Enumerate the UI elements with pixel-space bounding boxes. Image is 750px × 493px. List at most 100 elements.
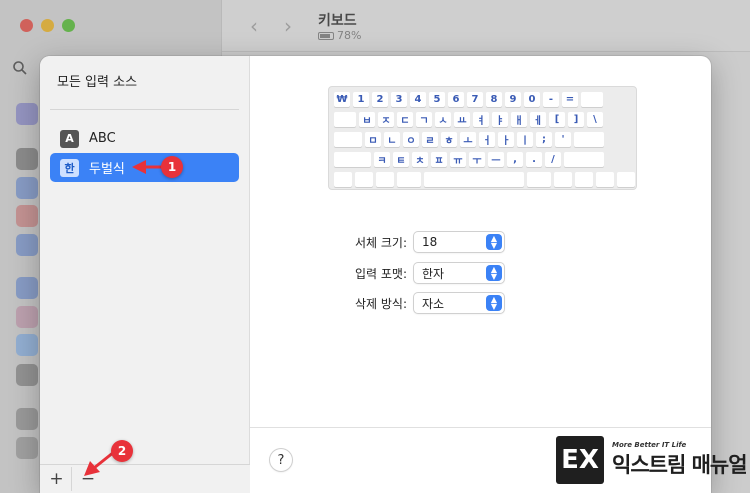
key <box>581 92 603 107</box>
source-label: 두벌식 <box>89 162 125 177</box>
key: ㅊ <box>412 152 428 167</box>
key <box>617 172 635 187</box>
font-size-label: 서체 크기: <box>354 235 407 250</box>
key: = <box>562 92 578 107</box>
keyboard-layout-preview: ₩ 1 2 3 4 5 6 7 8 9 0 - = ㅂ ㅈ ㄷ ㄱ ㅅ ㅛ ㅕ … <box>328 86 637 190</box>
watermark-subtitle: More Better IT Life <box>612 441 687 449</box>
font-size-row: 서체 크기: 18 ▲ ▼ <box>327 232 504 252</box>
watermark-text: More Better IT Life 익스트림 매뉴얼 <box>612 441 748 479</box>
chevron-up-down-icon: ▲ ▼ <box>486 234 502 250</box>
source-label: ABC <box>89 131 116 146</box>
key: ㅎ <box>441 132 457 147</box>
key <box>564 152 604 167</box>
key: [ <box>549 112 565 127</box>
key: ㅔ <box>530 112 546 127</box>
key: , <box>507 152 523 167</box>
source-item-abc[interactable]: A ABC <box>50 124 239 153</box>
key: 2 <box>372 92 388 107</box>
chevron-up-down-icon: ▲ ▼ <box>486 295 502 311</box>
key <box>424 172 524 187</box>
list-toolbar: + − <box>40 464 250 493</box>
key: ㅐ <box>511 112 527 127</box>
key: ㅏ <box>498 132 514 147</box>
keyboard-row-1: ₩ 1 2 3 4 5 6 7 8 9 0 - = <box>334 92 603 107</box>
delete-method-popup[interactable]: 자소 ▲ ▼ <box>414 293 504 313</box>
key: ] <box>568 112 584 127</box>
key: ㅕ <box>473 112 489 127</box>
delete-method-value: 자소 <box>422 296 445 311</box>
key: 7 <box>467 92 483 107</box>
key: ㅣ <box>517 132 533 147</box>
key: 0 <box>524 92 540 107</box>
key: / <box>545 152 561 167</box>
key <box>334 172 352 187</box>
key: \ <box>587 112 603 127</box>
key <box>575 172 593 187</box>
input-format-value: 한자 <box>422 266 445 281</box>
annotation-marker-2: 2 <box>111 440 133 462</box>
watermark-title: 익스트림 매뉴얼 <box>612 453 748 477</box>
key: ㅠ <box>450 152 466 167</box>
keyboard-row-5 <box>334 172 635 187</box>
key: 5 <box>429 92 445 107</box>
help-button[interactable]: ? <box>270 449 292 471</box>
key: 8 <box>486 92 502 107</box>
watermark-logo: EX <box>556 436 604 484</box>
key: ㅑ <box>492 112 508 127</box>
key: 4 <box>410 92 426 107</box>
font-size-value: 18 <box>422 235 438 249</box>
key: ㄱ <box>416 112 432 127</box>
key: . <box>526 152 542 167</box>
add-source-button[interactable]: + <box>42 467 72 491</box>
key <box>554 172 572 187</box>
key: ㅇ <box>403 132 419 147</box>
chevron-up-down-icon: ▲ ▼ <box>486 265 502 281</box>
key: ㅜ <box>469 152 485 167</box>
key: 1 <box>353 92 369 107</box>
key <box>376 172 394 187</box>
key: ㄹ <box>422 132 438 147</box>
key <box>334 152 371 167</box>
key <box>397 172 421 187</box>
key <box>596 172 614 187</box>
key: 9 <box>505 92 521 107</box>
key <box>355 172 373 187</box>
key: ㅍ <box>431 152 447 167</box>
key <box>334 112 356 127</box>
key: ㅅ <box>435 112 451 127</box>
input-sources-list: 모든 입력 소스 A ABC 한 두벌식 + − <box>40 56 250 493</box>
keyboard-row-2: ㅂ ㅈ ㄷ ㄱ ㅅ ㅛ ㅕ ㅑ ㅐ ㅔ [ ] \ <box>334 112 603 127</box>
key: ㅓ <box>479 132 495 147</box>
key: ㅡ <box>488 152 504 167</box>
input-sources-sheet: 모든 입력 소스 A ABC 한 두벌식 + − ₩ 1 2 3 4 5 6 7… <box>40 56 711 493</box>
key: - <box>543 92 559 107</box>
input-format-popup[interactable]: 한자 ▲ ▼ <box>414 263 504 283</box>
divider <box>50 109 239 110</box>
hangul-badge-icon: 한 <box>60 158 79 177</box>
key <box>527 172 551 187</box>
annotation-marker-1: 1 <box>161 156 183 178</box>
key: ㅛ <box>454 112 470 127</box>
key: 3 <box>391 92 407 107</box>
watermark: EX More Better IT Life 익스트림 매뉴얼 <box>556 436 748 484</box>
key: ㅌ <box>393 152 409 167</box>
key: 6 <box>448 92 464 107</box>
divider <box>250 427 711 428</box>
key: ㅁ <box>365 132 381 147</box>
key: ㄷ <box>397 112 413 127</box>
key: ㅗ <box>460 132 476 147</box>
key <box>334 132 362 147</box>
keyboard-row-3: ㅁ ㄴ ㅇ ㄹ ㅎ ㅗ ㅓ ㅏ ㅣ ; ' <box>334 132 604 147</box>
key: ₩ <box>334 92 350 107</box>
delete-method-row: 삭제 방식: 자소 ▲ ▼ <box>327 293 504 313</box>
input-format-label: 입력 포맷: <box>354 266 407 281</box>
delete-method-label: 삭제 방식: <box>354 296 407 311</box>
key: ㅋ <box>374 152 390 167</box>
key <box>574 132 604 147</box>
sources-title: 모든 입력 소스 <box>57 75 138 90</box>
font-size-popup[interactable]: 18 ▲ ▼ <box>414 232 504 252</box>
abc-badge-icon: A <box>60 129 79 148</box>
key: ㅈ <box>378 112 394 127</box>
key: ㅂ <box>359 112 375 127</box>
input-format-row: 입력 포맷: 한자 ▲ ▼ <box>327 263 504 283</box>
